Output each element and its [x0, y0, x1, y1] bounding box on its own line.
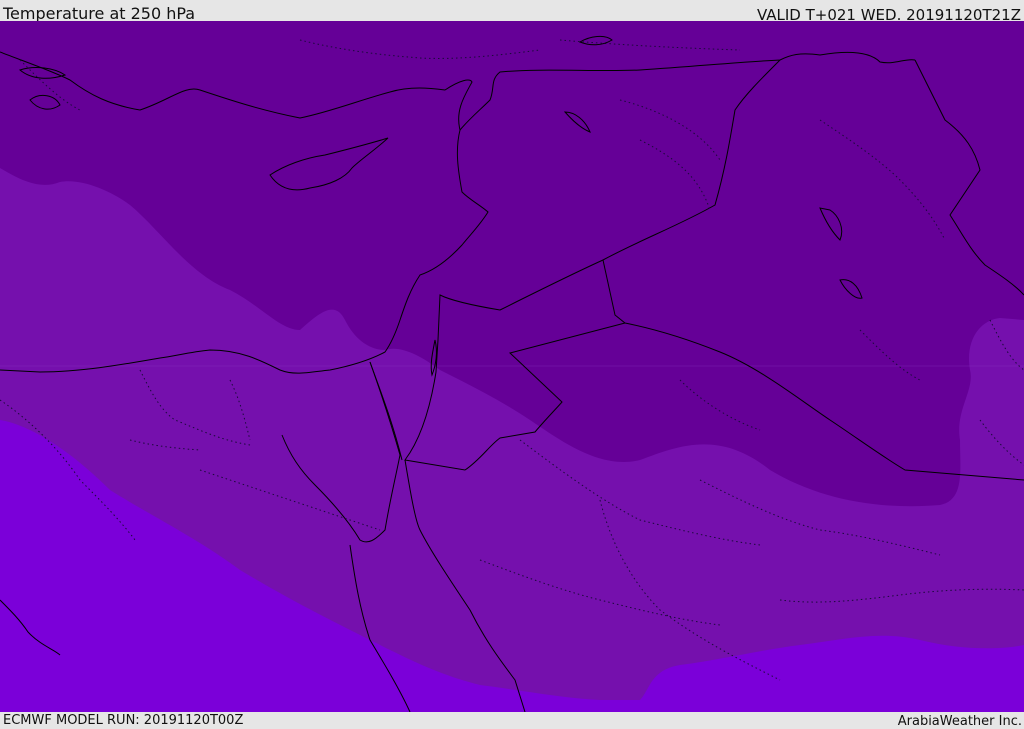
map-figure: Temperature at 250 hPa VALID T+021 WED. … [0, 0, 1024, 729]
temperature-map [0, 21, 1024, 712]
model-run-label: ECMWF MODEL RUN: 20191120T00Z [3, 713, 244, 728]
footer-bar: ECMWF MODEL RUN: 20191120T00Z ArabiaWeat… [0, 712, 1024, 729]
header-bar: Temperature at 250 hPa VALID T+021 WED. … [0, 0, 1024, 24]
brand-label: ArabiaWeather Inc. [897, 714, 1022, 729]
